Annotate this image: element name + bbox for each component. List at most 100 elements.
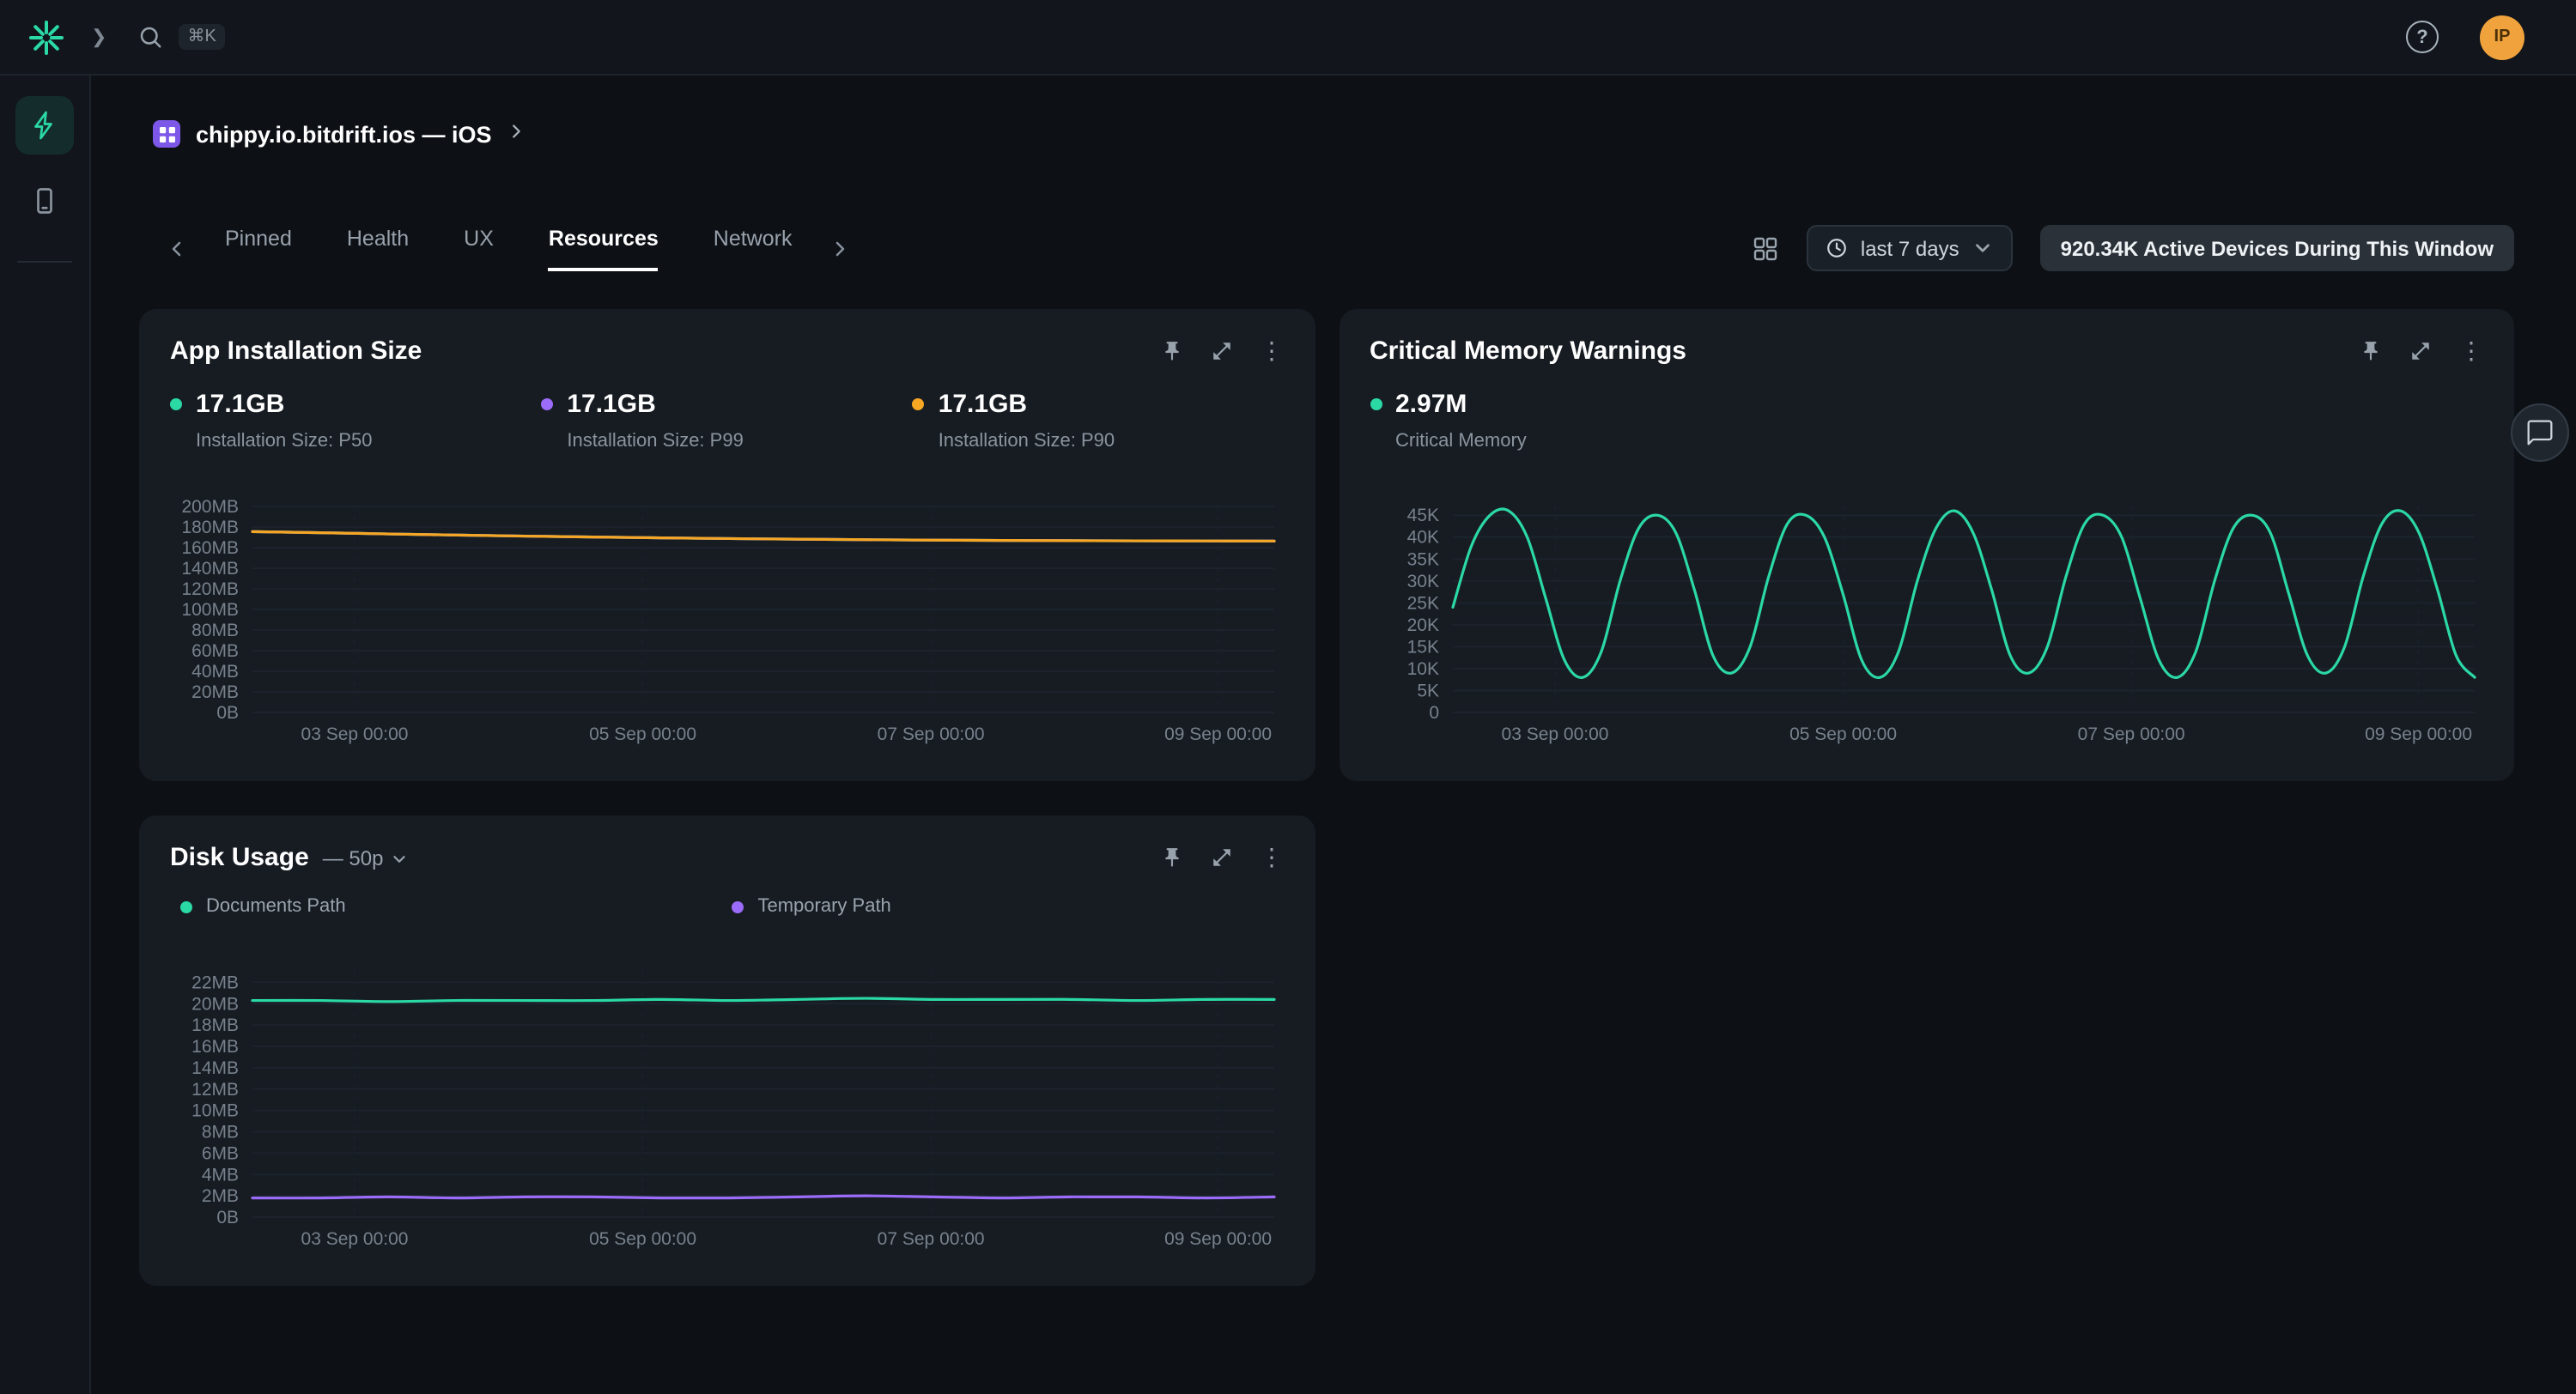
series-dot [913, 398, 925, 410]
svg-text:18MB: 18MB [191, 1015, 239, 1035]
grid-view-icon [1753, 234, 1780, 262]
stat-value: 17.1GB [567, 390, 655, 419]
help-button[interactable]: ? [2406, 21, 2439, 53]
stat-p90: 17.1GB Installation Size: P90 [913, 390, 1284, 452]
app-title: chippy.io.bitdrift.ios — iOS [196, 121, 492, 147]
app-window: ❯ ⌘K ? IP [0, 0, 2576, 1394]
layout-grid-button[interactable] [1753, 234, 1780, 262]
sidebar-item-dashboards[interactable] [15, 96, 74, 155]
svg-text:0B: 0B [216, 703, 239, 723]
sidebar-item-devices[interactable] [15, 172, 74, 230]
series-dot [170, 398, 182, 410]
svg-text:09 Sep 00:00: 09 Sep 00:00 [1164, 724, 1272, 744]
sidebar-divider [17, 261, 72, 263]
card-menu-button[interactable]: ⋮ [1260, 846, 1284, 869]
sidebar [0, 76, 91, 1394]
search-button[interactable]: ⌘K [137, 24, 224, 50]
chart-legend: Documents Path Temporary Path [180, 896, 1284, 917]
chevron-down-icon [390, 849, 409, 868]
pin-button[interactable] [1160, 340, 1182, 362]
pin-button[interactable] [2360, 340, 2382, 362]
tabs-scroll-left-button[interactable] [156, 238, 197, 258]
svg-text:03 Sep 00:00: 03 Sep 00:00 [301, 1229, 409, 1249]
stat-critical-memory: 2.97M Critical Memory [1370, 390, 2483, 452]
svg-text:12MB: 12MB [191, 1080, 239, 1100]
tab-bar: Pinned Health UX Resources Network [139, 226, 860, 270]
topbar: ❯ ⌘K ? IP [0, 0, 2576, 76]
tab-ux[interactable]: UX [464, 226, 494, 270]
svg-text:05 Sep 00:00: 05 Sep 00:00 [589, 724, 696, 744]
chevron-right-icon [507, 118, 526, 149]
card-title: Critical Memory Warnings [1370, 336, 1686, 366]
tabs-scroll-right-button[interactable] [819, 238, 860, 258]
svg-text:60MB: 60MB [191, 641, 239, 661]
card-menu-button[interactable]: ⋮ [2459, 340, 2483, 362]
grid-glyph-icon [159, 126, 174, 142]
svg-text:160MB: 160MB [181, 538, 239, 558]
svg-text:09 Sep 00:00: 09 Sep 00:00 [1164, 1229, 1272, 1249]
bitdrift-logo [0, 16, 91, 58]
svg-text:140MB: 140MB [181, 559, 239, 579]
chevron-down-icon [1971, 237, 1994, 259]
app-selector[interactable]: chippy.io.bitdrift.ios — iOS [139, 118, 2514, 149]
percentile-dropdown[interactable]: — 50p [323, 846, 410, 870]
avatar[interactable]: IP [2480, 15, 2524, 59]
card-title: Disk Usage [170, 843, 309, 872]
svg-text:0B: 0B [216, 1208, 239, 1227]
chevron-right-icon [829, 238, 850, 258]
installation-size-chart[interactable]: 03 Sep 00:0005 Sep 00:0007 Sep 00:0009 S… [170, 493, 1284, 754]
card-app-installation-size: App Installation Size ⋮ [139, 309, 1315, 781]
svg-text:180MB: 180MB [181, 518, 239, 537]
svg-text:20MB: 20MB [191, 994, 239, 1014]
cards-grid: App Installation Size ⋮ [139, 309, 2514, 1286]
svg-text:07 Sep 00:00: 07 Sep 00:00 [878, 724, 985, 744]
expand-button[interactable] [1210, 340, 1232, 362]
svg-text:2MB: 2MB [202, 1186, 239, 1206]
svg-text:80MB: 80MB [191, 621, 239, 640]
svg-text:22MB: 22MB [191, 973, 239, 992]
svg-text:8MB: 8MB [202, 1123, 239, 1142]
svg-text:10K: 10K [1406, 659, 1438, 679]
card-disk-usage: Disk Usage — 50p [139, 815, 1315, 1286]
tab-resources[interactable]: Resources [549, 226, 659, 270]
critical-memory-chart[interactable]: 03 Sep 00:0005 Sep 00:0007 Sep 00:0009 S… [1370, 493, 2483, 754]
card-menu-button[interactable]: ⋮ [1260, 340, 1284, 362]
svg-text:0: 0 [1428, 703, 1438, 723]
expand-button[interactable] [1210, 846, 1232, 869]
expand-icon [1210, 340, 1232, 362]
svg-text:05 Sep 00:00: 05 Sep 00:00 [589, 1229, 696, 1249]
stat-value: 2.97M [1395, 390, 1467, 419]
pin-button[interactable] [1160, 846, 1182, 869]
svg-text:4MB: 4MB [202, 1165, 239, 1185]
active-devices-badge: 920.34K Active Devices During This Windo… [2040, 225, 2514, 271]
legend-label: Documents Path [206, 896, 346, 917]
tab-network[interactable]: Network [714, 226, 793, 270]
svg-text:09 Sep 00:00: 09 Sep 00:00 [2364, 724, 2471, 744]
svg-text:30K: 30K [1406, 572, 1438, 591]
sidebar-expand-chevron-icon[interactable]: ❯ [91, 26, 106, 48]
svg-text:120MB: 120MB [181, 579, 239, 599]
svg-text:20MB: 20MB [191, 682, 239, 702]
app-badge-icon [153, 120, 180, 148]
stat-label: Critical Memory [1395, 431, 2483, 452]
disk-usage-chart[interactable]: 03 Sep 00:0005 Sep 00:0007 Sep 00:0009 S… [170, 958, 1284, 1258]
series-dot [541, 398, 553, 410]
time-range-dropdown[interactable]: last 7 days [1807, 225, 2013, 271]
chevron-left-icon [167, 238, 187, 258]
expand-icon [2409, 340, 2432, 362]
tab-pinned[interactable]: Pinned [225, 226, 292, 270]
stat-label: Installation Size: P50 [196, 431, 541, 452]
tab-health[interactable]: Health [347, 226, 409, 270]
stat-p99: 17.1GB Installation Size: P99 [541, 390, 912, 452]
feedback-chat-button[interactable] [2511, 403, 2569, 462]
expand-icon [1210, 846, 1232, 869]
card-critical-memory-warnings: Critical Memory Warnings ⋮ [1339, 309, 2514, 781]
stat-value: 17.1GB [196, 390, 284, 419]
chat-bubble-icon [2526, 419, 2554, 446]
svg-text:200MB: 200MB [181, 497, 239, 517]
svg-text:05 Sep 00:00: 05 Sep 00:00 [1789, 724, 1896, 744]
pin-icon [1160, 340, 1182, 362]
svg-text:07 Sep 00:00: 07 Sep 00:00 [2077, 724, 2184, 744]
expand-button[interactable] [2409, 340, 2432, 362]
pin-icon [2360, 340, 2382, 362]
